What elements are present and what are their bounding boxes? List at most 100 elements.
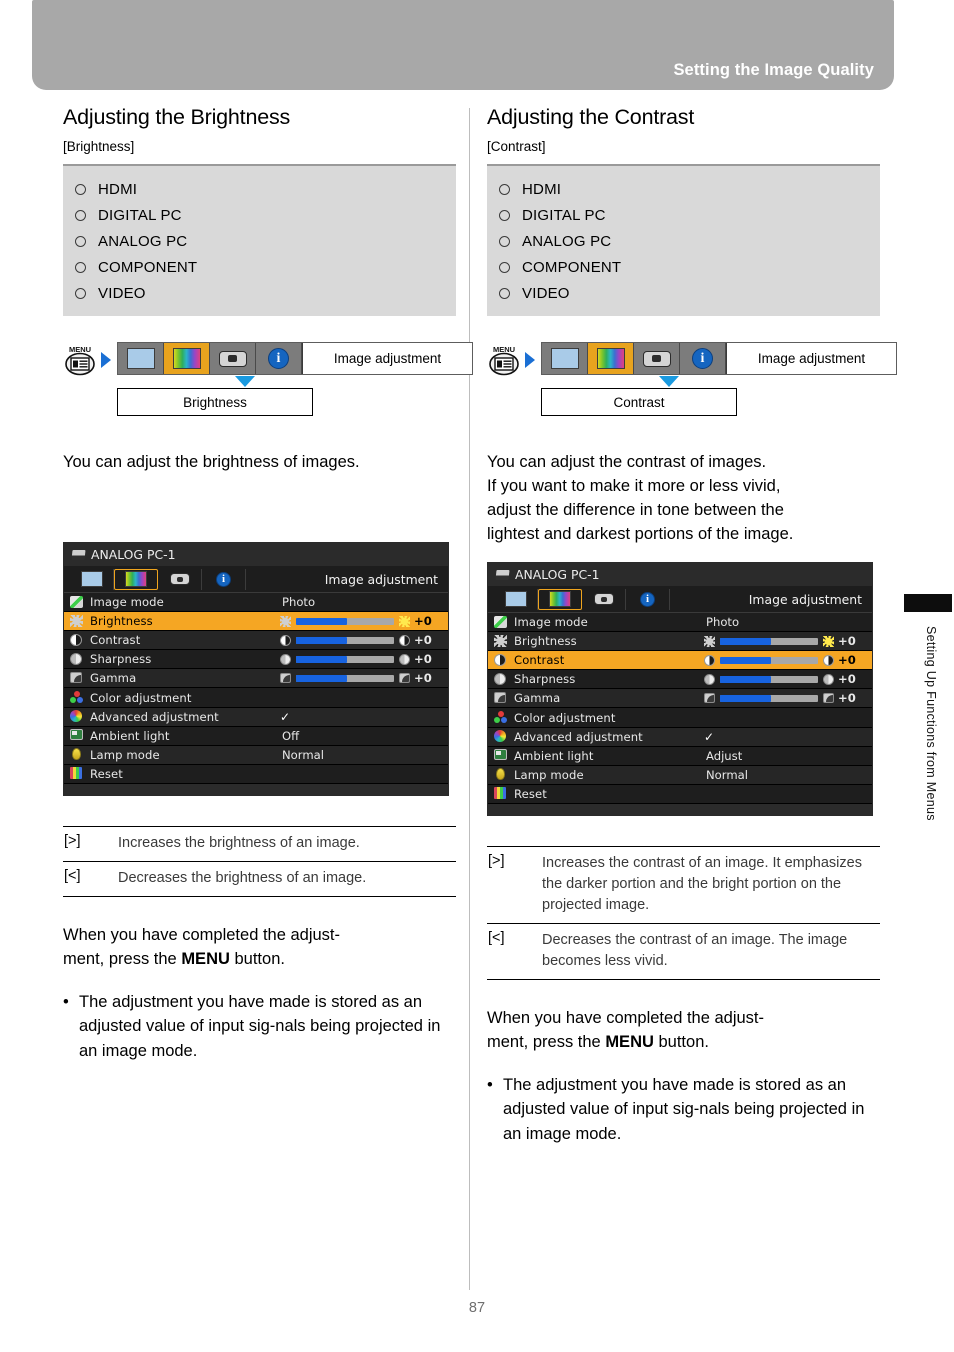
osd-tab-image-adjustment[interactable] [114,568,158,590]
bullet-text: The adjustment you have made is stored a… [503,1075,865,1143]
osd-row-reset[interactable]: Reset [64,764,448,784]
section-title: Adjusting the Brightness [63,105,291,129]
osd-row-reset[interactable]: Reset [488,784,872,804]
side-thumb-tab: Setting Up Functions from Menus [898,594,954,821]
slider-track[interactable] [296,617,394,625]
column-contrast: Adjusting the Contrast [Contrast] HDMI D… [487,105,897,1146]
osd-tab-projector-setup[interactable] [582,588,626,610]
slider-track[interactable] [720,694,818,702]
osd-row-contrast[interactable]: Contrast +0 [64,631,448,651]
osd-row-ambient-light[interactable]: Ambient light Off [64,726,448,746]
radio-circle-icon [499,235,510,247]
projector-setup-icon [169,573,190,585]
slider-track[interactable] [296,655,394,663]
closing-paragraph: When you have completed the adjust- ment… [63,923,456,972]
path-tab-projector-setup[interactable] [210,343,256,374]
path-tab-input-screen[interactable] [542,343,588,374]
path-tab-label: Image adjustment [302,343,472,374]
osd-row-image-mode[interactable]: Image mode Photo [64,593,448,613]
slider-track[interactable] [720,675,818,683]
table-row: [>] Increases the brightness of an image… [63,827,456,862]
path-tab-system-information[interactable]: i [680,343,726,374]
path-menu-bar: i Image adjustment [541,342,897,375]
key-function-table: [>] Increases the brightness of an image… [63,825,456,897]
menu-keyword: MENU [605,1033,654,1052]
osd-row-advanced-adjustment[interactable]: Advanced adjustment ✓ [64,707,448,727]
osd-row-label: Sharpness [90,652,152,667]
osd-row-label: Brightness [90,614,153,629]
osd-tab-system-information[interactable]: i [626,588,670,610]
slider-track[interactable] [296,636,394,644]
path-tab-image-adjustment[interactable] [588,343,634,374]
radio-circle-icon [499,209,510,221]
osd-tab-projector-setup[interactable] [158,568,202,590]
slider[interactable]: +0 [704,672,872,686]
sharpness-icon [70,652,85,666]
path-item-box: Brightness [117,388,313,416]
path-tab-input-screen[interactable] [118,343,164,374]
osd-row-lamp-mode[interactable]: Lamp mode Normal [488,765,872,785]
closing-line-2-post: button. [653,1033,709,1052]
slider-track[interactable] [720,637,818,645]
osd-footer-bar [64,783,448,795]
image-adjustment-icon [549,591,571,607]
osd-tab-system-information[interactable]: i [202,568,246,590]
section-title: Adjusting the Contrast [487,105,695,129]
osd-row-gamma[interactable]: Gamma +0 [64,669,448,689]
osd-row-label: Image mode [514,615,588,630]
osd-row-image-mode[interactable]: Image mode Photo [488,613,872,633]
osd-tab-bar: i Image adjustment [64,566,448,593]
osd-row-gamma[interactable]: Gamma +0 [488,689,872,709]
osd-row-value: Normal [282,747,324,762]
closing-line-1: When you have completed the adjust- [63,925,340,944]
slider[interactable]: +0 [280,614,448,628]
osd-row-sharpness[interactable]: Sharpness +0 [488,670,872,690]
source-input-icon [71,549,86,560]
osd-row-contrast[interactable]: Contrast +0 [488,651,872,671]
slider[interactable]: +0 [280,652,448,666]
projector-setup-icon [593,593,614,605]
signal-label: COMPONENT [98,258,198,276]
slider[interactable]: +0 [704,634,872,648]
osd-tab-input-screen[interactable] [494,588,538,610]
osd-row-color-adjustment[interactable]: Color adjustment [64,688,448,708]
osd-row-brightness[interactable]: Brightness +0 [488,632,872,652]
path-tab-image-adjustment[interactable] [164,343,210,374]
menu-button-icon: MENU [65,345,95,376]
osd-screenshot: ANALOG PC-1 i Image adjustment Image mod… [487,562,873,816]
key-description: Decreases the brightness of an image. [118,869,367,886]
lamp-mode-icon [70,748,85,761]
osd-row-lamp-mode[interactable]: Lamp mode Normal [64,745,448,765]
slider-track[interactable] [720,656,818,664]
slider-track[interactable] [296,674,394,682]
closing-line-2-pre: ment, press the [63,950,182,969]
osd-row-color-adjustment[interactable]: Color adjustment [488,708,872,728]
osd-row-ambient-light[interactable]: Ambient light Adjust [488,746,872,766]
osd-tab-image-adjustment[interactable] [538,588,582,610]
ambient-light-icon [70,729,85,742]
osd-row-brightness[interactable]: Brightness +0 [64,612,448,632]
slider[interactable]: +0 [280,633,448,647]
osd-tab-input-screen[interactable] [70,568,114,590]
slider[interactable]: +0 [704,691,872,705]
header-band: Setting the Image Quality [32,0,894,90]
image-adjustment-icon [125,571,147,587]
table-row: [<] Decreases the contrast of an image. … [487,924,880,980]
input-screen-icon [80,571,103,587]
osd-row-sharpness[interactable]: Sharpness +0 [64,650,448,670]
page-header-title: Setting the Image Quality [673,61,874,79]
input-screen-icon [126,348,155,369]
system-information-icon: i [640,591,655,607]
input-screen-icon [550,348,579,369]
osd-row-label: Contrast [90,633,141,648]
osd-row-advanced-adjustment[interactable]: Advanced adjustment ✓ [488,727,872,747]
path-tab-system-information[interactable]: i [256,343,302,374]
closing-paragraph: When you have completed the adjust- ment… [487,1006,880,1055]
slider[interactable]: +0 [704,653,872,667]
menu-path-diagram: MENU i Image adjustment Contrast [487,342,897,430]
gamma-icon [494,691,509,705]
slider[interactable]: +0 [280,671,448,685]
path-tab-projector-setup[interactable] [634,343,680,374]
path-item-box: Contrast [541,388,737,416]
checkmark-icon: ✓ [704,729,715,744]
